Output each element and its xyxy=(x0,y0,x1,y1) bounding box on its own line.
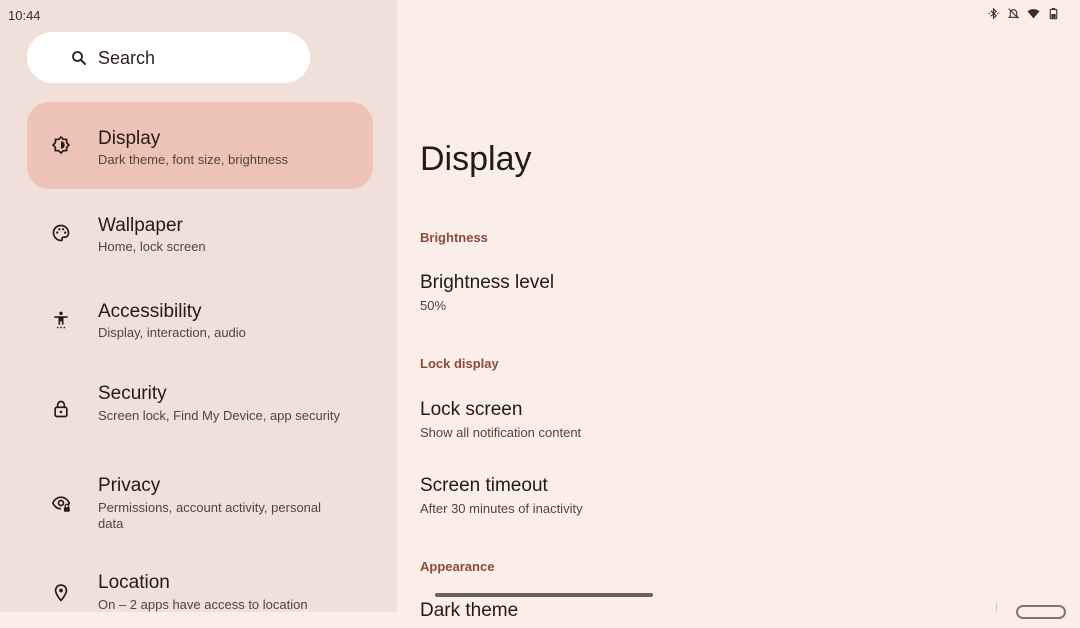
sidebar-item-display[interactable]: Display Dark theme, font size, brightnes… xyxy=(27,102,373,189)
pref-title: Screen timeout xyxy=(420,475,548,496)
sidebar: 10:44 Search Display Dark theme, font si… xyxy=(0,0,397,612)
status-icons xyxy=(987,7,1060,20)
privacy-eye-icon xyxy=(51,493,71,513)
pref-screen-timeout[interactable]: Screen timeout After 30 minutes of inact… xyxy=(420,475,1020,516)
location-pin-icon xyxy=(51,583,71,603)
sidebar-item-subtitle: Screen lock, Find My Device, app securit… xyxy=(98,408,341,423)
pref-title: Dark theme xyxy=(420,600,519,621)
sidebar-item-title: Security xyxy=(98,383,167,404)
lock-icon xyxy=(51,399,71,419)
sidebar-item-subtitle: Dark theme, font size, brightness xyxy=(98,152,289,167)
section-header-lock-display: Lock display xyxy=(420,356,499,371)
section-header-brightness: Brightness xyxy=(420,230,488,245)
sidebar-item-subtitle: Display, interaction, audio xyxy=(98,325,246,340)
pref-summary: 50% xyxy=(420,298,447,313)
notifications-off-icon xyxy=(1007,7,1020,20)
sidebar-item-privacy[interactable]: Privacy Permissions, account activity, p… xyxy=(27,461,373,551)
pref-summary: Show all notification content xyxy=(420,425,582,440)
sidebar-item-subtitle: Permissions, account activity, personal … xyxy=(98,500,322,531)
pref-title: Brightness level xyxy=(420,272,555,293)
gesture-nav-handle[interactable] xyxy=(435,593,653,597)
sidebar-item-title: Location xyxy=(98,572,170,593)
sidebar-item-security[interactable]: Security Screen lock, Find My Device, ap… xyxy=(27,368,373,458)
brightness-icon xyxy=(51,135,71,155)
bluetooth-icon xyxy=(987,7,1000,20)
toggle-divider xyxy=(996,603,997,612)
sidebar-item-accessibility[interactable]: Accessibility Display, interaction, audi… xyxy=(27,282,373,362)
palette-icon xyxy=(51,223,71,243)
pref-title: Lock screen xyxy=(420,399,523,420)
sidebar-item-title: Wallpaper xyxy=(98,215,183,236)
sidebar-item-subtitle: On – 2 apps have access to location xyxy=(98,597,308,612)
wifi-icon xyxy=(1027,7,1040,20)
search-bar[interactable]: Search xyxy=(27,32,310,83)
battery-icon xyxy=(1047,7,1060,20)
pref-summary: After 30 minutes of inactivity xyxy=(420,501,583,516)
sidebar-item-subtitle: Home, lock screen xyxy=(98,239,206,254)
dark-theme-toggle[interactable] xyxy=(1016,605,1066,619)
display-settings-pane: Display Brightness Brightness level 50% … xyxy=(397,0,1080,621)
accessibility-icon xyxy=(51,310,71,330)
pref-brightness-level[interactable]: Brightness level 50% xyxy=(420,272,1020,313)
sidebar-item-location[interactable]: Location On – 2 apps have access to loca… xyxy=(27,558,373,628)
sidebar-item-title: Privacy xyxy=(98,475,161,496)
sidebar-item-title: Display xyxy=(98,128,161,149)
search-icon xyxy=(70,49,88,67)
page-title: Display xyxy=(420,140,532,178)
sidebar-item-wallpaper[interactable]: Wallpaper Home, lock screen xyxy=(27,196,373,276)
pref-dark-theme[interactable]: Dark theme xyxy=(420,600,1020,622)
search-label: Search xyxy=(98,48,156,68)
section-header-appearance: Appearance xyxy=(420,559,495,574)
pref-lock-screen[interactable]: Lock screen Show all notification conten… xyxy=(420,399,1020,440)
status-time: 10:44 xyxy=(8,8,41,23)
sidebar-item-title: Accessibility xyxy=(98,301,202,322)
